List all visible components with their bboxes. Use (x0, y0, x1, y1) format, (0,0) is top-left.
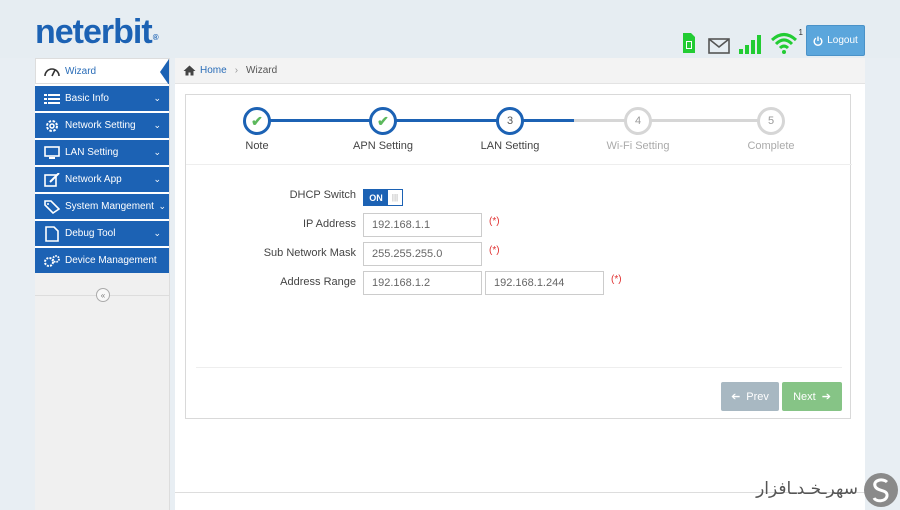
watermark: سهرـخـدـافزار (740, 470, 900, 510)
chevron-down-icon: ⌄ (153, 120, 161, 130)
step-label: LAN Setting (480, 140, 540, 152)
sidebar-item-wizard[interactable]: Wizard (35, 58, 169, 85)
sidebar-item-system-management[interactable]: System Mangement ⌄ (35, 192, 169, 219)
sidebar-item-basic-info[interactable]: Basic Info ⌄ (35, 84, 169, 111)
status-icons: 1 (682, 28, 803, 54)
edit-icon (43, 172, 61, 187)
breadcrumb-home-link[interactable]: Home (200, 65, 227, 76)
toggle-grip-icon: ||| (391, 193, 399, 202)
main-content: Home › Wizard ✔ Note ✔ APN Setting 3 LAN… (175, 58, 865, 510)
step-number: 3 (496, 107, 524, 135)
prev-label: Prev (746, 390, 769, 403)
next-button[interactable]: Next ➔ (782, 382, 842, 411)
signal-bars-icon (739, 35, 761, 54)
wifi-icon (770, 33, 798, 54)
top-header: neterbit® 1 Logout (0, 0, 900, 58)
address-range-end-input[interactable] (485, 271, 604, 295)
divider (196, 367, 842, 368)
collapse-sidebar-button[interactable]: « (96, 288, 110, 302)
step-label: Complete (747, 140, 795, 152)
wizard-step-wifi-setting: 4 Wi-Fi Setting (578, 107, 698, 152)
dhcp-row: DHCP Switch ON ||| (186, 184, 852, 208)
wizard-step-complete: 5 Complete (711, 107, 831, 152)
chevron-down-icon: ⌄ (158, 201, 166, 211)
prev-button[interactable]: ➔ Prev (721, 382, 779, 411)
chevron-down-icon: ⌄ (153, 147, 161, 157)
step-check-icon: ✔ (243, 107, 271, 135)
wifi-status[interactable]: 1 (770, 28, 803, 54)
address-range-label: Address Range (280, 276, 356, 288)
required-marker: (*) (489, 216, 500, 227)
breadcrumb-current: Wizard (246, 65, 278, 76)
required-marker: (*) (489, 245, 500, 256)
step-label: Wi-Fi Setting (606, 140, 670, 152)
sidebar-item-device-management[interactable]: Device Management (35, 246, 169, 273)
wizard-panel: ✔ Note ✔ APN Setting 3 LAN Setting 4 Wi-… (185, 94, 852, 419)
sidebar-item-label: Wizard (65, 65, 97, 77)
chevron-down-icon: ⌄ (153, 174, 161, 184)
address-range-start-input[interactable] (363, 271, 482, 295)
sidebar-item-lan-setting[interactable]: LAN Setting ⌄ (35, 138, 169, 165)
dhcp-switch-label: DHCP Switch (289, 189, 356, 201)
sidebar-item-label: Debug Tool (65, 228, 116, 239)
list-icon (43, 92, 61, 106)
double-chevron-left-icon: « (100, 290, 106, 300)
step-number: 5 (757, 107, 785, 135)
document-icon (43, 225, 61, 242)
watermark-text: سهرـخـدـافزار (756, 479, 858, 499)
ip-address-input[interactable] (363, 213, 482, 237)
mail-icon[interactable] (708, 38, 730, 54)
subnet-mask-input[interactable] (363, 242, 482, 266)
speedometer-icon (44, 68, 60, 77)
sidebar-item-label: Device Management (65, 255, 157, 266)
wizard-step-lan-setting: 3 LAN Setting (450, 107, 570, 152)
wizard-step-note: ✔ Note (197, 107, 317, 152)
toggle-state: ON (364, 190, 388, 205)
ip-address-label: IP Address (303, 218, 356, 230)
sidebar-item-label: Network Setting (65, 120, 136, 131)
home-icon (183, 65, 196, 76)
ip-address-row: IP Address (*) (186, 213, 852, 237)
required-marker: (*) (611, 274, 622, 285)
sidebar-item-network-app[interactable]: Network App ⌄ (35, 165, 169, 192)
wizard-step-apn-setting: ✔ APN Setting (323, 107, 443, 152)
gear-icon (43, 119, 61, 133)
subnet-mask-row: Sub Network Mask (*) (186, 242, 852, 266)
watermark-logo-icon (864, 473, 898, 507)
tag-icon (43, 199, 61, 214)
subnet-mask-label: Sub Network Mask (263, 247, 356, 259)
monitor-icon (43, 145, 61, 160)
logout-label: Logout (827, 35, 858, 46)
logout-button[interactable]: Logout (806, 25, 865, 56)
sim-card-icon[interactable] (682, 32, 696, 54)
sidebar-item-label: System Mangement (65, 201, 154, 212)
wifi-client-count: 1 (798, 28, 803, 37)
step-check-icon: ✔ (369, 107, 397, 135)
power-icon (813, 36, 823, 46)
step-label: Note (245, 140, 269, 152)
address-range-row: Address Range (*) (186, 271, 852, 295)
wizard-steps: ✔ Note ✔ APN Setting 3 LAN Setting 4 Wi-… (186, 95, 852, 165)
sidebar-item-network-setting[interactable]: Network Setting ⌄ (35, 111, 169, 138)
active-indicator (160, 59, 169, 85)
neterbit-logo: neterbit® (35, 13, 159, 51)
arrow-right-icon: ➔ (821, 391, 831, 403)
breadcrumb: Home › Wizard (175, 58, 865, 84)
step-label: APN Setting (353, 140, 413, 152)
next-label: Next (793, 390, 816, 403)
sidebar-item-debug-tool[interactable]: Debug Tool ⌄ (35, 219, 169, 246)
sidebar-item-label: LAN Setting (65, 147, 119, 158)
chevron-down-icon: ⌄ (153, 228, 161, 238)
dhcp-switch-toggle[interactable]: ON ||| (363, 189, 403, 206)
arrow-left-icon: ➔ (731, 391, 741, 403)
chevron-down-icon: ⌄ (153, 93, 161, 103)
sidebar-item-label: Basic Info (65, 93, 109, 104)
sidebar: Wizard Basic Info ⌄ Network Setting ⌄ LA… (35, 58, 170, 510)
gears-icon (43, 254, 61, 268)
step-number: 4 (624, 107, 652, 135)
breadcrumb-separator: › (234, 65, 239, 76)
sidebar-item-label: Network App (65, 174, 122, 185)
